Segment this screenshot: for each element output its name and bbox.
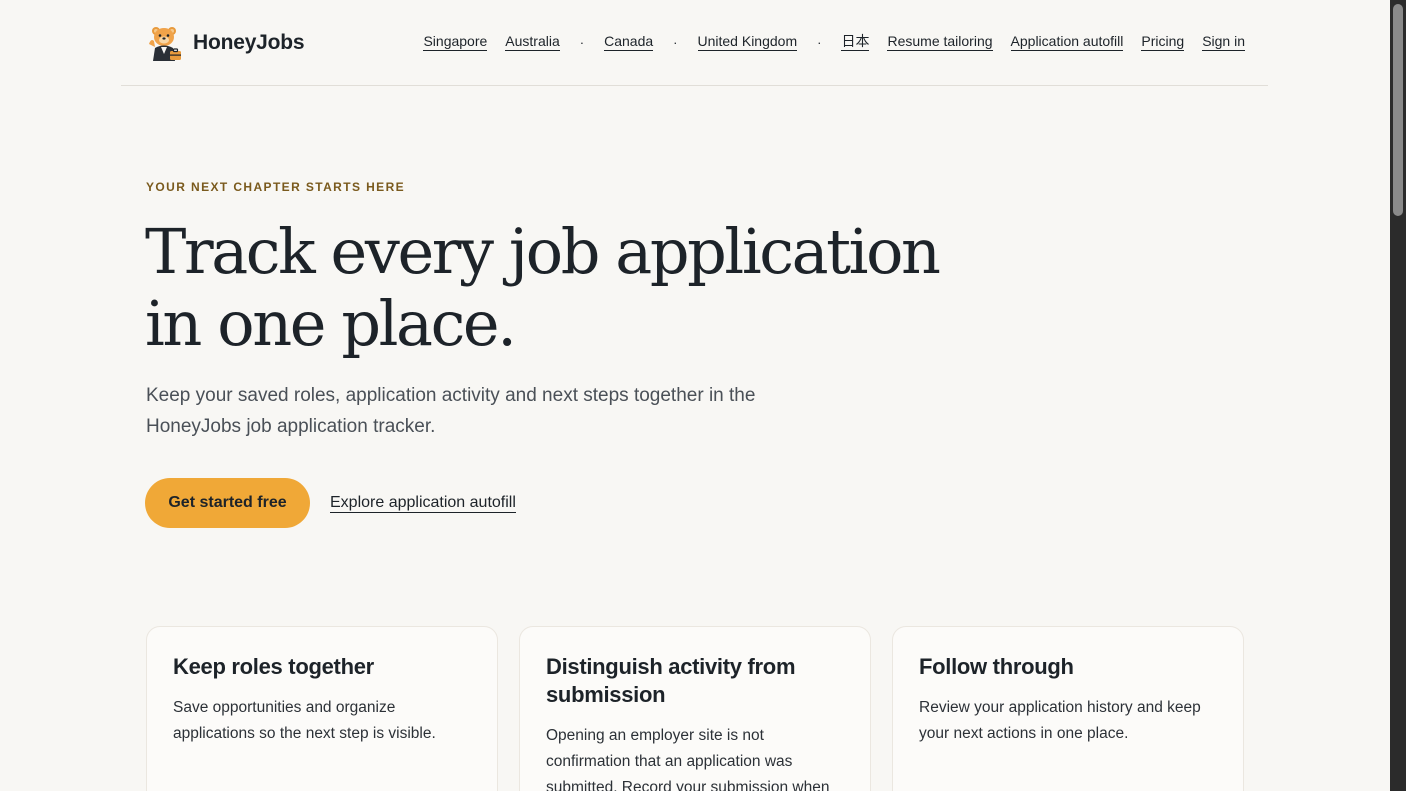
- nav-united-kingdom[interactable]: United Kingdom: [697, 33, 798, 51]
- scrollbar-thumb[interactable]: [1393, 4, 1403, 216]
- get-started-button[interactable]: Get started free: [145, 478, 310, 528]
- nav-sign-in[interactable]: Sign in: [1202, 33, 1245, 51]
- explore-autofill-link[interactable]: Explore application autofill: [330, 494, 516, 513]
- hero-lede: Keep your saved roles, application activ…: [146, 385, 756, 437]
- top-nav: Singapore Australia · Canada · United Kingdom…: [423, 33, 1245, 51]
- feature-card-body: Review your application history and keep…: [919, 699, 1201, 742]
- site-header: HoneyJobs Singapore Australia · Canada · Unit…: [121, 0, 1268, 86]
- nav-separator: ·: [579, 34, 585, 50]
- brand-name: HoneyJobs: [193, 31, 305, 54]
- hero-eyebrow: YOUR NEXT CHAPTER STARTS HERE: [146, 180, 406, 194]
- page-scrollbar[interactable]: [1390, 0, 1406, 791]
- home-logo-link[interactable]: HoneyJobs: [147, 24, 305, 62]
- feature-card-title: Follow through: [919, 654, 1074, 679]
- nav-separator: ·: [673, 34, 678, 50]
- feature-card-title: Keep roles together: [173, 654, 374, 679]
- nav-singapore[interactable]: Singapore: [423, 33, 488, 51]
- nav-canada[interactable]: Canada: [604, 33, 654, 51]
- feature-card-keep-roles: Keep roles together Save opportunities a…: [146, 626, 498, 791]
- hero-title: Track every job application in one place…: [145, 215, 941, 360]
- nav-application-autofill[interactable]: Application autofill: [1010, 33, 1124, 51]
- feature-card-title: Distinguish activity from submission: [546, 654, 796, 707]
- nav-australia[interactable]: Australia: [505, 33, 560, 51]
- nav-separator: ·: [817, 34, 822, 50]
- nav-pricing[interactable]: Pricing: [1141, 33, 1185, 51]
- feature-card-distinguish-activity: Distinguish activity from submission Ope…: [519, 626, 871, 791]
- bear-logo-icon: [149, 27, 181, 61]
- feature-card-follow-through: Follow through Review your application h…: [892, 626, 1244, 791]
- nav-resume-tailoring[interactable]: Resume tailoring: [887, 33, 993, 51]
- nav-japan[interactable]: 日本: [841, 33, 870, 51]
- feature-card-body: Save opportunities and organize applicat…: [173, 699, 436, 742]
- page: HoneyJobs Singapore Australia · Canada · Unit…: [0, 0, 1390, 791]
- feature-card-body: Opening an employer site is not confirma…: [546, 727, 830, 791]
